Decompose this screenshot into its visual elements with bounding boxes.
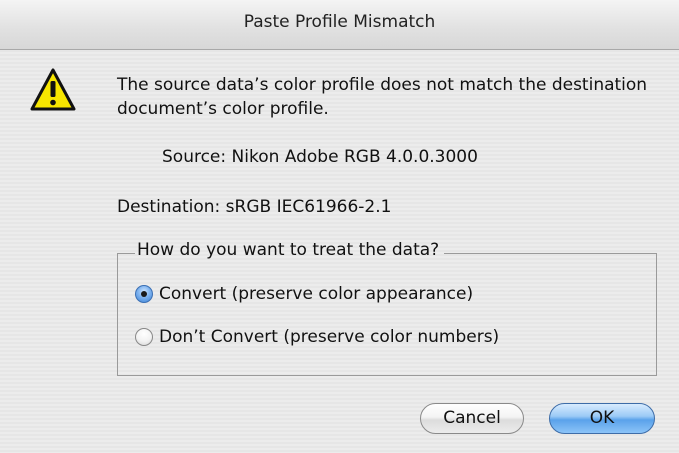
alert-message: The source data’s color profile does not…	[117, 75, 648, 119]
window-title: Paste Profile Mismatch	[243, 12, 436, 32]
dialog-window: Paste Profile Mismatch The source data’s…	[0, 0, 679, 453]
options-group-legend: How do you want to treat the data?	[135, 240, 445, 260]
convert-option[interactable]: Convert (preserve color appearance)	[135, 284, 473, 304]
warning-icon	[30, 68, 76, 111]
radio-unselected-icon[interactable]	[135, 328, 153, 346]
destination-profile: Destination: sRGB IEC61966-2.1	[117, 197, 392, 217]
radio-selected-icon[interactable]	[135, 285, 153, 303]
cancel-button[interactable]: Cancel	[420, 403, 524, 434]
dont-convert-option-label: Don’t Convert (preserve color numbers)	[159, 327, 500, 347]
convert-option-label: Convert (preserve color appearance)	[159, 284, 474, 304]
options-group-box	[117, 253, 657, 376]
title-bar[interactable]: Paste Profile Mismatch	[0, 0, 679, 50]
dont-convert-option[interactable]: Don’t Convert (preserve color numbers)	[135, 327, 499, 347]
source-profile: Source: Nikon Adobe RGB 4.0.0.3000	[162, 147, 478, 167]
ok-button[interactable]: OK	[549, 403, 655, 434]
